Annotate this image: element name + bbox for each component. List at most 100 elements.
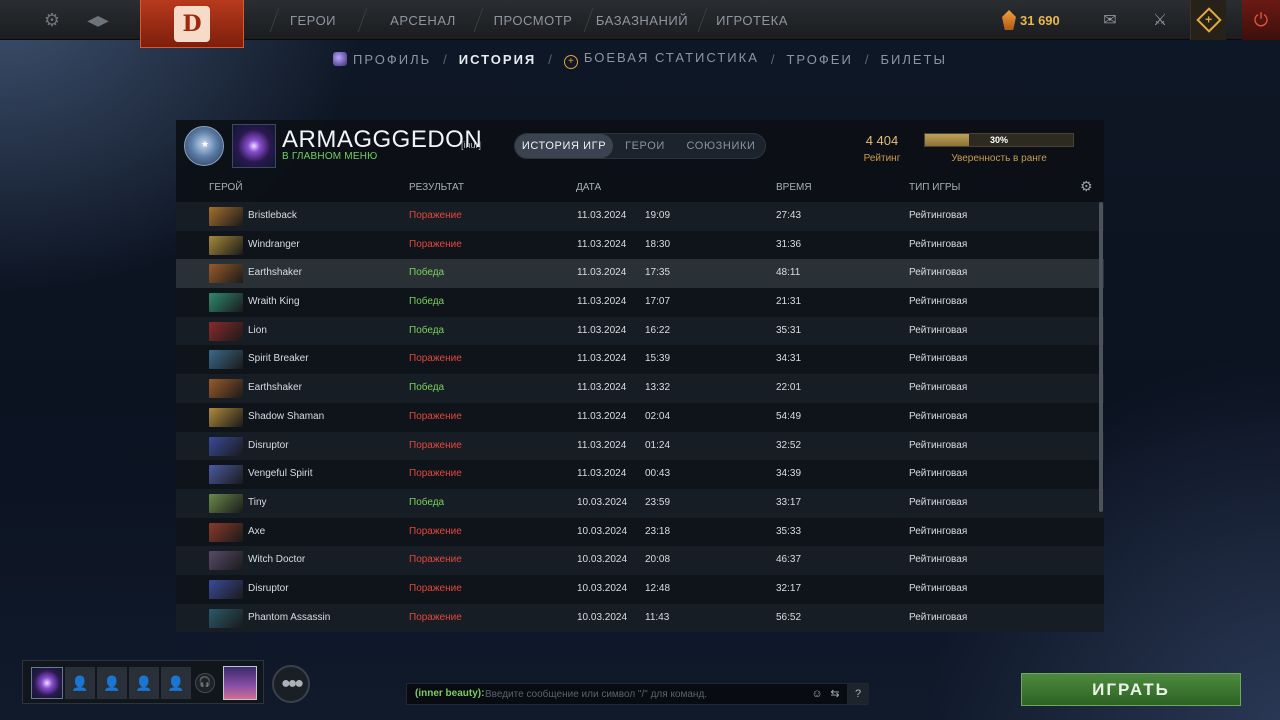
column-header-result[interactable]: РЕЗУЛЬТАТ [409,182,464,193]
match-row[interactable]: Bristleback Поражение 11.03.2024 19:09 27:43… [176,202,1104,231]
match-row[interactable]: Disruptor Поражение 10.03.2024 12:48 32:17 Ре… [176,574,1104,604]
subnav-profile[interactable]: ПРОФИЛЬ [333,51,431,67]
column-header-duration[interactable]: ВРЕМЯ [776,182,812,193]
match-date: 11.03.2024 [577,353,627,365]
subnav-tickets[interactable]: БИЛЕТЫ [880,52,947,67]
match-time: 23:59 [645,496,671,508]
match-duration: 46:37 [776,554,802,566]
hero-name: Axe [248,525,266,537]
hero-name: Disruptor [248,582,289,594]
hero-portrait-icon [209,608,243,628]
match-duration: 27:43 [776,210,802,221]
dota-plus-icon: + [1195,7,1222,33]
play-button[interactable]: ИГРАТЬ [1021,673,1241,706]
hero-portrait-icon [209,551,243,571]
match-row[interactable]: Disruptor Поражение 11.03.2024 01:24 32:52 Ре… [176,431,1104,461]
match-duration: 35:33 [776,525,802,537]
game-type: Рейтинговая [909,554,968,566]
match-row[interactable]: Axe Поражение 10.03.2024 23:18 35:33 Рейтинго… [176,517,1104,547]
dota-plus-button[interactable]: + [1190,0,1226,40]
emoticon-icon[interactable]: ☺ [809,686,825,702]
subnav-separator: / [443,51,447,67]
armory-icon[interactable]: ⚔ [1142,0,1178,40]
game-type: Рейтинговая [909,410,968,422]
tab-allies[interactable]: СОЮЗНИКИ [677,134,765,158]
match-date: 10.03.2024 [577,611,628,623]
player-card-background[interactable] [223,666,257,700]
table-settings-gear-icon[interactable]: ⚙ [1080,178,1093,195]
match-duration: 33:17 [776,496,802,508]
party-panel: 👤 👤 👤 👤 🎧 [22,660,264,704]
hero-portrait-icon [209,235,243,255]
match-row[interactable]: Windranger Поражение 11.03.2024 18:30 31:36 Р… [176,230,1104,260]
match-duration: 21:31 [776,296,802,308]
subnav-history[interactable]: ИСТОРИЯ [459,52,537,67]
subnav-trophies[interactable]: ТРОФЕИ [786,52,852,67]
back-forward-arrows-icon[interactable]: ◀ ▶ [80,0,114,40]
hero-name: Windranger [248,238,300,250]
match-result: Поражение [409,410,462,422]
player-avatar[interactable] [232,124,276,168]
chat-input[interactable] [485,685,805,703]
shards-balance[interactable]: 31 690 [1002,0,1088,40]
match-duration: 32:17 [776,582,802,594]
match-row[interactable]: Lion Победа 11.03.2024 16:22 35:31 Рейтингова… [176,316,1104,346]
match-row[interactable]: Witch Doctor Поражение 10.03.2024 20:08 46:3… [176,546,1104,575]
friends-groups-icon[interactable]: ●●● [272,665,310,703]
dota-logo-button[interactable]: D [140,0,244,48]
match-row[interactable]: Earthshaker Победа 11.03.2024 13:32 22:01 Рей… [176,374,1104,403]
match-row[interactable]: Earthshaker Победа 11.03.2024 17:35 48:11 Рей… [176,259,1104,289]
game-type: Рейтинговая [909,611,968,623]
match-time: 11:43 [645,611,670,623]
match-duration: 35:31 [776,324,802,336]
match-row[interactable]: Vengeful Spirit Поражение 11.03.2024 00:43 3… [176,460,1104,489]
party-slot-empty[interactable]: 👤 [161,667,191,699]
match-row[interactable]: Shadow Shaman Поражение 11.03.2024 02:04 54:… [176,402,1104,432]
nav-watch[interactable]: ПРОСМОТР [490,0,576,40]
nav-arsenal[interactable]: АРСЕНАЛ [380,0,466,40]
party-slot-empty[interactable]: 👤 [97,667,127,699]
match-date: 10.03.2024 [577,582,628,594]
column-header-hero[interactable]: ГЕРОЙ [209,182,243,193]
dota-logo-icon: D [174,5,210,42]
tab-match-history[interactable]: ИСТОРИЯ ИГР [515,134,613,158]
nav-knowledge-base[interactable]: БАЗАЗНАНИЙ [594,0,690,40]
party-slot-empty[interactable]: 👤 [129,667,159,699]
match-list: Bristleback Поражение 11.03.2024 19:09 27:43… [176,202,1104,632]
rank-medal-icon[interactable]: ★ [184,126,224,166]
hero-name: Bristleback [248,210,297,221]
match-time: 00:43 [645,468,671,480]
match-result: Победа [409,324,445,336]
nav-separator [583,8,594,32]
match-date: 11.03.2024 [577,238,627,250]
game-type: Рейтинговая [909,439,968,451]
column-header-game-type[interactable]: ТИП ИГРЫ [909,182,960,193]
match-row[interactable]: Spirit Breaker Поражение 11.03.2024 15:39 34… [176,345,1104,375]
voice-headset-icon[interactable]: 🎧 [195,673,215,693]
match-time: 12:48 [645,582,671,594]
subnav-battle-stats[interactable]: + БОЕВАЯ СТАТИСТИКА [563,50,759,69]
match-date: 11.03.2024 [577,382,627,394]
rank-confidence-label: Уверенность в ранге [951,153,1047,164]
party-slot-empty[interactable]: 👤 [65,667,95,699]
party-leader-avatar[interactable] [31,667,63,699]
hero-name: Shadow Shaman [248,410,325,422]
tab-heroes[interactable]: ГЕРОИ [613,134,677,158]
nav-heroes[interactable]: ГЕРОИ [278,0,348,40]
match-row[interactable]: Phantom Assassin Поражение 10.03.2024 11:43… [176,603,1104,632]
mail-icon[interactable]: ✉ [1092,0,1128,40]
power-exit-icon[interactable]: ⏻ [1242,0,1280,40]
match-duration: 54:49 [776,410,802,422]
settings-gear-icon[interactable]: ⚙ [38,0,66,40]
match-row[interactable]: Wraith King Победа 11.03.2024 17:07 21:31 Рей… [176,288,1104,317]
match-row[interactable]: Tiny Победа 10.03.2024 23:59 33:17 Рейтингова… [176,488,1104,518]
chat-help-button[interactable]: ? [847,684,869,704]
hero-portrait-icon [209,293,243,313]
match-list-scrollbar[interactable] [1099,202,1103,512]
chat-channel-switch-icon[interactable]: ⇆ [827,686,843,702]
hero-name: Phantom Assassin [248,611,331,623]
column-header-date[interactable]: ДАТА [576,182,601,193]
game-type: Рейтинговая [909,582,968,594]
hero-portrait-icon [209,321,243,341]
nav-game-library[interactable]: ИГРОТЕКА [712,0,792,40]
